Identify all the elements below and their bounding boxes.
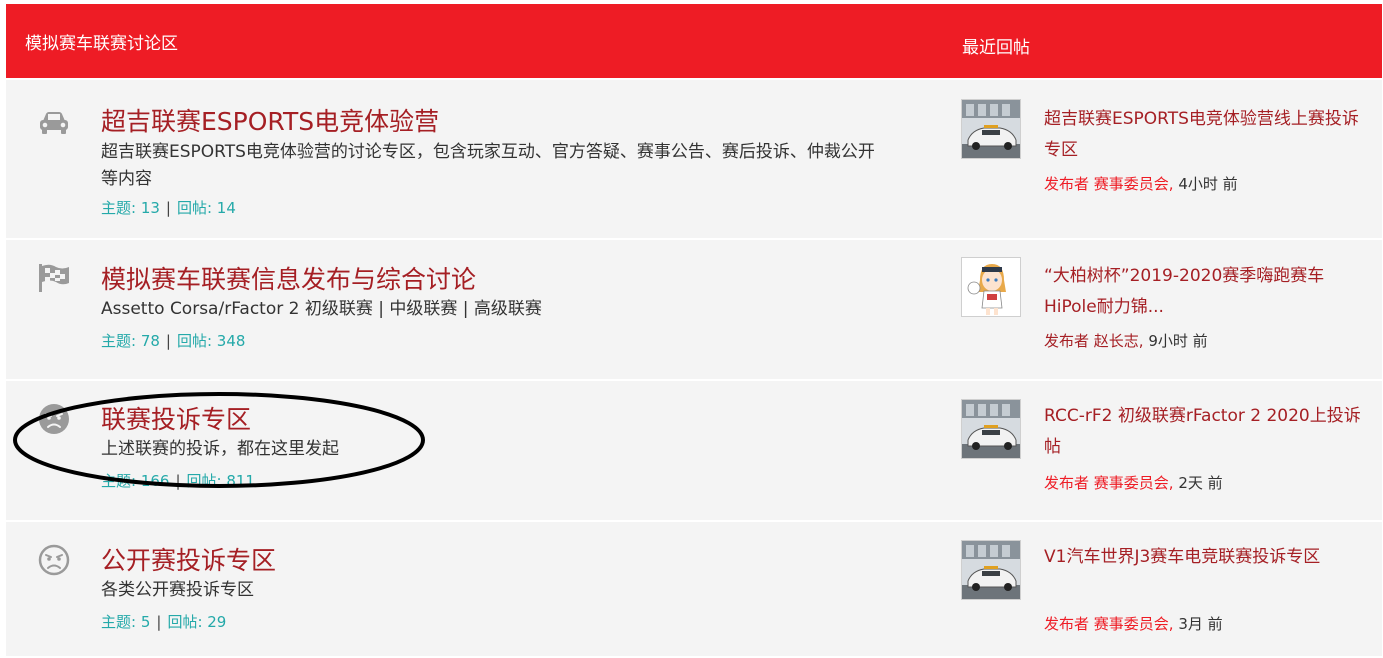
latest-posts-label: 最近回帖: [962, 38, 1030, 58]
anime-girl-avatar[interactable]: [961, 257, 1021, 317]
forum-title-link[interactable]: 超吉联赛ESPORTS电竞体验营: [101, 102, 439, 138]
safety-car-thumbnail[interactable]: [961, 399, 1021, 459]
latest-post-meta: 发布者 赛事委员会, 4小时 前: [1044, 173, 1238, 194]
posted-by-label: 发布者: [1044, 175, 1090, 193]
latest-post-title-link[interactable]: V1汽车世界J3赛车电竞联赛投诉专区: [1044, 542, 1369, 573]
stats-separator: |: [165, 332, 171, 350]
post-time: 9小时 前: [1148, 332, 1208, 350]
latest-post-meta: 发布者 赛事委员会, 2天 前: [1044, 472, 1223, 493]
safety-car-thumbnail[interactable]: [961, 99, 1021, 159]
forum-title-link[interactable]: 联赛投诉专区: [101, 400, 251, 436]
forum-stats: 主题: 78 | 回帖: 348: [101, 330, 245, 351]
forum-stats: 主题: 166 | 回帖: 811: [101, 470, 255, 491]
forum-description: 各类公开赛投诉专区: [101, 580, 254, 600]
forum-description: 上述联赛的投诉，都在这里发起: [101, 439, 339, 459]
post-time: 3月 前: [1178, 615, 1223, 633]
latest-post-title-link[interactable]: RCC-rF2 初级联赛rFactor 2 2020上投诉帖: [1044, 401, 1369, 463]
replies-count-link[interactable]: 回帖: 14: [177, 199, 236, 217]
forum-row: 公开赛投诉专区 各类公开赛投诉专区 主题: 5 | 回帖: 29 V1汽车世界J3赛…: [6, 522, 1382, 656]
angry-face-outline-icon: [36, 542, 72, 578]
latest-post-title-link[interactable]: 超吉联赛ESPORTS电竞体验营线上赛投诉专区: [1044, 104, 1369, 166]
replies-count-link[interactable]: 回帖: 811: [187, 472, 255, 490]
post-time: 2天 前: [1178, 474, 1223, 492]
posted-by-label: 发布者: [1044, 474, 1090, 492]
checkered-flag-icon: [36, 260, 72, 296]
forum-category-title: 模拟赛车联赛讨论区: [25, 34, 178, 54]
stats-separator: |: [165, 199, 171, 217]
topics-count-link[interactable]: 主题: 5: [101, 613, 150, 631]
forum-row: 模拟赛车联赛信息发布与综合讨论 Assetto Corsa/rFactor 2 …: [6, 240, 1382, 379]
topics-count-link[interactable]: 主题: 78: [101, 332, 160, 350]
angry-face-solid-icon: [36, 401, 72, 437]
latest-post-meta: 发布者 赛事委员会, 3月 前: [1044, 613, 1223, 634]
posted-by-label: 发布者: [1044, 332, 1090, 350]
forum-description: Assetto Corsa/rFactor 2 初级联赛 | 中级联赛 | 高级…: [101, 299, 542, 319]
posted-by-label: 发布者: [1044, 615, 1090, 633]
forum-title-link[interactable]: 公开赛投诉专区: [101, 541, 276, 577]
forum-row: 超吉联赛ESPORTS电竞体验营 超吉联赛ESPORTS电竞体验营的讨论专区，包…: [6, 80, 1382, 238]
topics-count-link[interactable]: 主题: 13: [101, 199, 160, 217]
author-link[interactable]: 赵长志,: [1094, 332, 1144, 350]
stats-separator: |: [175, 472, 181, 490]
author-link[interactable]: 赛事委员会,: [1094, 175, 1174, 193]
latest-post-meta: 发布者 赵长志, 9小时 前: [1044, 330, 1208, 351]
replies-count-link[interactable]: 回帖: 29: [167, 613, 226, 631]
forum-title-link[interactable]: 模拟赛车联赛信息发布与综合讨论: [101, 260, 476, 296]
safety-car-thumbnail[interactable]: [961, 540, 1021, 600]
forum-header: 模拟赛车联赛讨论区 最近回帖: [6, 4, 1382, 78]
latest-post-title-link[interactable]: “大柏树杯”2019-2020赛季嗨跑赛车HiPole耐力锦...: [1044, 261, 1369, 323]
replies-count-link[interactable]: 回帖: 348: [177, 332, 245, 350]
forum-description: 超吉联赛ESPORTS电竞体验营的讨论专区，包含玩家互动、官方答疑、赛事公告、赛…: [101, 142, 875, 189]
forum-row: 联赛投诉专区 上述联赛的投诉，都在这里发起 主题: 166 | 回帖: 811 RC…: [6, 381, 1382, 520]
post-time: 4小时 前: [1178, 175, 1238, 193]
forum-stats: 主题: 5 | 回帖: 29: [101, 611, 226, 632]
forum-stats: 主题: 13 | 回帖: 14: [101, 197, 236, 218]
car-icon: [36, 104, 72, 140]
author-link[interactable]: 赛事委员会,: [1094, 615, 1174, 633]
topics-count-link[interactable]: 主题: 166: [101, 472, 169, 490]
author-link[interactable]: 赛事委员会,: [1094, 474, 1174, 492]
stats-separator: |: [156, 613, 162, 631]
